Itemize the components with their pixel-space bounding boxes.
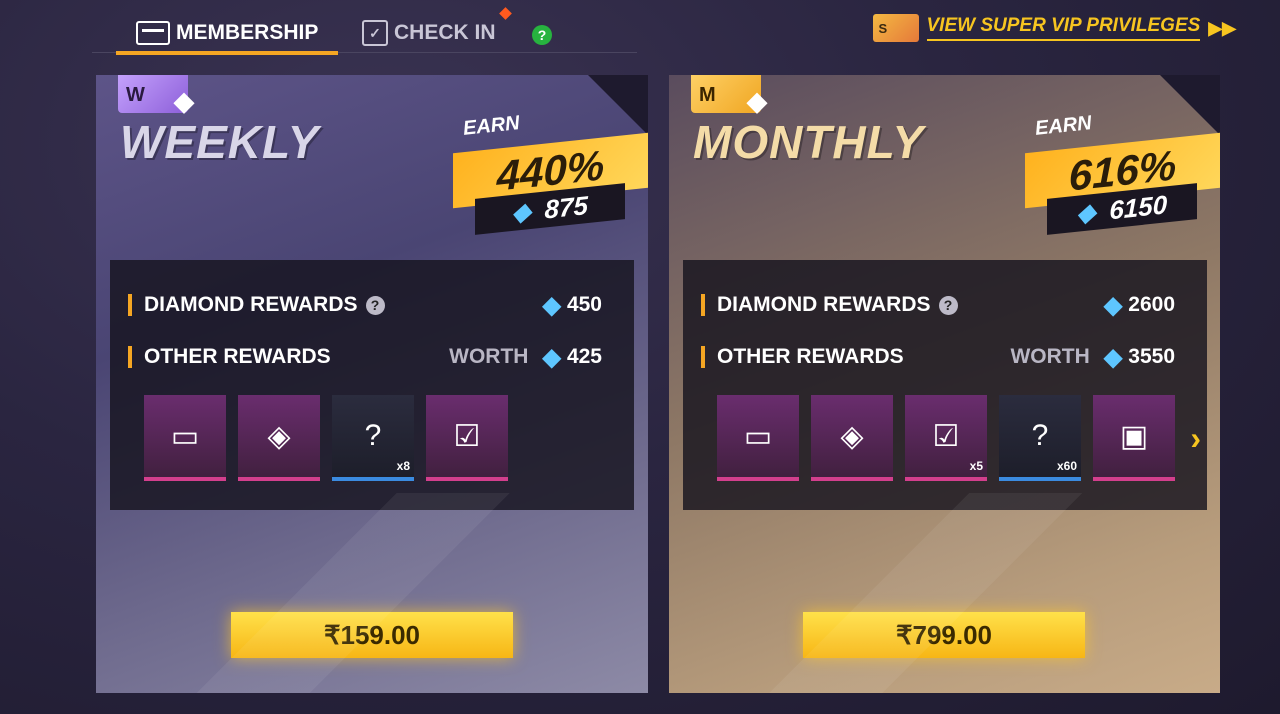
- loot-crate-icon: ▣: [1119, 419, 1149, 453]
- tab-membership[interactable]: MEMBERSHIP: [116, 14, 339, 55]
- buy-monthly-button[interactable]: ₹799.00: [803, 612, 1085, 658]
- reward-item[interactable]: ◈: [238, 395, 320, 481]
- worth-label: WORTH: [1010, 345, 1090, 368]
- tab-membership-label: MEMBERSHIP: [176, 21, 319, 44]
- diamond-rewards-label: DIAMOND REWARDS: [717, 293, 931, 316]
- diamond-icon: ◆: [512, 197, 531, 227]
- diamond-icon: ◆: [1076, 198, 1096, 228]
- help-icon[interactable]: ?: [532, 25, 552, 45]
- item-count: x8: [396, 459, 410, 473]
- item-count: x5: [969, 459, 983, 473]
- plan-title: WEEKLY: [120, 116, 320, 168]
- worth-label: WORTH: [449, 345, 529, 368]
- tab-check-in[interactable]: ✓ CHECK IN: [362, 14, 496, 52]
- tab-check-in-label: CHECK IN: [394, 21, 496, 44]
- diamond-icon: ◆: [174, 86, 194, 116]
- earn-label: EARN: [1033, 112, 1093, 140]
- other-rewards-amount: 3550: [1128, 345, 1175, 368]
- reward-item[interactable]: ☑: [426, 395, 508, 481]
- voucher-bundle-icon: ◈: [267, 419, 291, 453]
- weekly-card-icon: W ◆: [118, 75, 194, 116]
- other-rewards-label: OTHER REWARDS: [717, 345, 904, 368]
- other-rewards-row: OTHER REWARDS WORTH ◆ 425: [128, 342, 602, 372]
- item-count: x60: [1056, 459, 1077, 473]
- voucher-bundle-icon: ◈: [840, 419, 864, 453]
- view-super-vip-link[interactable]: S VIEW SUPER VIP PRIVILEGES ▶▶: [872, 14, 1236, 42]
- super-vip-card-icon: S: [872, 14, 919, 42]
- view-super-vip-label: VIEW SUPER VIP PRIVILEGES: [926, 15, 1201, 41]
- diamond-icon: ◆: [542, 291, 561, 319]
- diamond-rewards-label: DIAMOND REWARDS: [144, 293, 358, 316]
- reward-item[interactable]: ☑ x5: [905, 395, 987, 481]
- membership-card-icon: [136, 21, 170, 45]
- weekly-card-icon: ▭: [170, 419, 200, 453]
- monthly-card-icon: ▭: [743, 419, 773, 453]
- info-icon[interactable]: ?: [938, 295, 958, 315]
- check-in-card-icon: ☑: [453, 419, 481, 453]
- rewards-box: DIAMOND REWARDS ? ◆ 450 OTHER REWARDS WO…: [110, 260, 634, 510]
- diamond-icon: ◆: [747, 86, 767, 116]
- monthly-card-icon: M ◆: [691, 75, 767, 116]
- reward-item[interactable]: ▭: [717, 395, 799, 481]
- diamond-rewards-amount: 2600: [1128, 293, 1175, 316]
- reward-item[interactable]: ? x8: [332, 395, 414, 481]
- earn-diamonds: 875: [544, 189, 588, 225]
- plan-title: MONTHLY: [693, 116, 925, 168]
- diamond-icon: ◆: [1103, 291, 1123, 319]
- diamond-rewards-row: DIAMOND REWARDS ? ◆ 450: [128, 290, 602, 320]
- buy-weekly-button[interactable]: ₹159.00: [231, 612, 513, 658]
- other-rewards-row: OTHER REWARDS WORTH ◆ 3550: [701, 342, 1175, 372]
- active-tab-indicator: [116, 51, 339, 55]
- chevron-right-icon[interactable]: ›: [1190, 420, 1201, 457]
- calendar-check-icon: ✓: [362, 20, 388, 46]
- info-icon[interactable]: ?: [365, 295, 385, 315]
- other-rewards-label: OTHER REWARDS: [144, 345, 331, 368]
- double-arrow-icon: ▶▶: [1208, 17, 1236, 38]
- mystery-box-icon: ?: [1031, 419, 1049, 452]
- notification-dot-icon: [499, 7, 512, 20]
- other-rewards-amount: 425: [566, 345, 602, 368]
- rewards-box: DIAMOND REWARDS ? ◆ 2600 OTHER REWARDS W…: [683, 260, 1207, 510]
- diamond-icon: ◆: [542, 343, 561, 371]
- mystery-box-icon: ?: [364, 419, 382, 452]
- reward-item[interactable]: ▭: [144, 395, 226, 481]
- weekly-plan-panel: W ◆ WEEKLY EARN 440% ◆ 875 DIAMOND REWAR…: [96, 75, 648, 693]
- earn-badge: EARN 616% ◆ 6150: [1025, 111, 1220, 235]
- diamond-rewards-amount: 450: [566, 293, 602, 316]
- earn-badge: EARN 440% ◆ 875: [453, 111, 648, 235]
- reward-item[interactable]: ? x60: [999, 395, 1081, 481]
- reward-items: ▭ ◈ ? x8 ☑: [144, 395, 508, 481]
- diamond-icon: ◆: [1103, 343, 1123, 371]
- reward-item[interactable]: ▣: [1093, 395, 1175, 481]
- reward-items: ▭ ◈ ☑ x5 ? x60 ▣: [717, 395, 1175, 481]
- reward-item[interactable]: ◈: [811, 395, 893, 481]
- check-in-card-icon: ☑: [932, 419, 960, 453]
- monthly-plan-panel: M ◆ MONTHLY EARN 616% ◆ 6150 DIAMOND REW…: [669, 75, 1220, 693]
- earn-diamonds: 6150: [1109, 188, 1168, 225]
- earn-label: EARN: [461, 112, 521, 140]
- diamond-rewards-row: DIAMOND REWARDS ? ◆ 2600: [701, 290, 1175, 320]
